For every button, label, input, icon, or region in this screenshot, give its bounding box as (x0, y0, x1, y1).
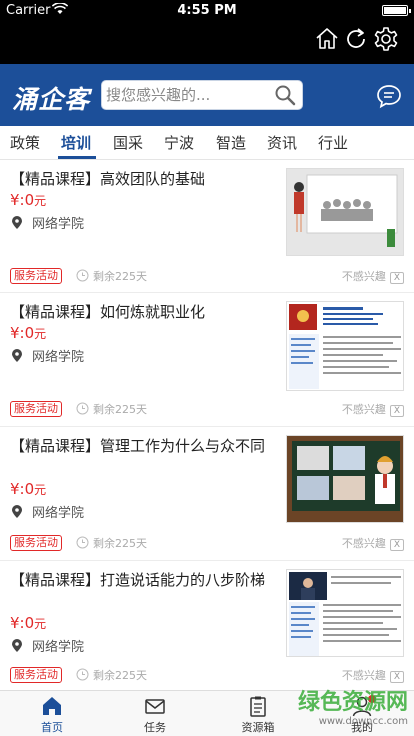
status-badge: 服务活动 (10, 401, 62, 417)
item-title[interactable]: 【精品课程】高效团队的基础 (10, 168, 272, 190)
location-pin-icon (12, 505, 22, 518)
list-item[interactable]: 【精品课程】打造说话能力的八步阶梯 ¥:0元 网络学院 服务活动 剩余225天 … (0, 561, 414, 690)
status-bar: Carrier 4:55 PM (0, 0, 414, 20)
status-badge: 服务活动 (10, 268, 62, 284)
not-interested-button[interactable]: 不感兴趣 X (342, 268, 404, 284)
watermark: 绿色资源网 www.downcc.com (297, 690, 408, 727)
settings-gear-icon[interactable] (373, 26, 399, 52)
item-thumbnail[interactable] (286, 301, 404, 391)
tab-manufacturing[interactable]: 智造 (216, 132, 246, 153)
search-input[interactable] (106, 83, 266, 107)
remaining-days: 剩余225天 (76, 667, 147, 683)
item-price: ¥:0元 (10, 480, 47, 498)
active-tab-indicator (58, 156, 96, 159)
not-interested-button[interactable]: 不感兴趣 X (342, 667, 404, 683)
location-pin-icon (12, 349, 22, 362)
nav-home[interactable]: 首页 (22, 695, 82, 735)
refresh-icon[interactable] (343, 26, 369, 52)
item-price: ¥:0元 (10, 324, 47, 342)
item-title[interactable]: 【精品课程】管理工作为什么与众不同 (10, 435, 272, 457)
course-feed[interactable]: 【精品课程】高效团队的基础 ¥:0元 网络学院 服务活动 剩余225天 不感兴趣… (0, 160, 414, 690)
remaining-days: 剩余225天 (76, 268, 147, 284)
nav-tasks[interactable]: 任务 (125, 695, 185, 735)
list-item[interactable]: 【精品课程】如何炼就职业化 ¥:0元 网络学院 服务活动 剩余225天 不感兴趣… (0, 293, 414, 427)
search-box[interactable] (101, 80, 303, 110)
clock-icon (76, 269, 89, 282)
clock-icon (76, 668, 89, 681)
price-symbol: ¥: (10, 191, 25, 209)
location-pin-icon (12, 216, 22, 229)
home-icon (43, 697, 61, 715)
list-item[interactable]: 【精品课程】管理工作为什么与众不同 ¥:0元 网络学院 服务活动 剩余225天 … (0, 427, 414, 561)
item-thumbnail[interactable] (286, 569, 404, 657)
status-badge: 服务活动 (10, 667, 62, 683)
item-thumbnail[interactable] (286, 435, 404, 523)
item-location: 网络学院 (10, 636, 84, 655)
dismiss-icon[interactable]: X (389, 671, 404, 683)
item-location: 网络学院 (10, 346, 84, 365)
thumbnail-image (287, 302, 403, 390)
tab-news[interactable]: 资讯 (267, 132, 297, 153)
search-icon[interactable] (274, 84, 296, 106)
status-badge: 服务活动 (10, 535, 62, 551)
nav-resource-box[interactable]: 资源箱 (228, 695, 288, 735)
remaining-days: 剩余225天 (76, 535, 147, 551)
top-toolbar (0, 20, 414, 64)
app-header: 涌企客 (0, 64, 414, 126)
thumbnail-image (287, 570, 403, 656)
item-price: ¥:0元 (10, 191, 46, 209)
message-icon[interactable] (376, 83, 402, 109)
dismiss-icon[interactable]: X (389, 539, 404, 551)
battery-icon (382, 5, 411, 16)
location-pin-icon (12, 639, 22, 652)
clipboard-icon (250, 696, 266, 717)
remaining-days: 剩余225天 (76, 401, 147, 417)
clock-icon (76, 402, 89, 415)
item-location: 网络学院 (10, 213, 84, 232)
tab-procurement[interactable]: 国采 (113, 132, 143, 153)
price-value: 0 (24, 191, 35, 209)
watermark-url: www.downcc.com (318, 716, 408, 727)
home-icon[interactable] (314, 26, 340, 52)
thumbnail-image (287, 436, 403, 522)
not-interested-button[interactable]: 不感兴趣 X (342, 401, 404, 417)
item-price: ¥:0元 (10, 614, 47, 632)
tab-training[interactable]: 培训 (61, 132, 91, 153)
app-logo: 涌企客 (12, 85, 91, 114)
dismiss-icon[interactable]: X (389, 272, 404, 284)
item-title[interactable]: 【精品课程】打造说话能力的八步阶梯 (10, 569, 272, 591)
item-title[interactable]: 【精品课程】如何炼就职业化 (10, 301, 272, 323)
tab-policy[interactable]: 政策 (10, 132, 40, 153)
tab-ningbo[interactable]: 宁波 (164, 132, 194, 153)
item-thumbnail[interactable] (286, 168, 404, 256)
clock-time: 4:55 PM (177, 3, 237, 18)
dismiss-icon[interactable]: X (389, 405, 404, 417)
item-location: 网络学院 (10, 502, 84, 521)
category-tabs: 政策 培训 国采 宁波 智造 资讯 行业 (0, 126, 414, 160)
price-unit: 元 (34, 194, 47, 208)
clock-icon (76, 536, 89, 549)
envelope-icon (145, 699, 165, 714)
not-interested-button[interactable]: 不感兴趣 X (342, 535, 404, 551)
tab-industry[interactable]: 行业 (318, 132, 348, 153)
thumbnail-image (287, 169, 403, 255)
list-item[interactable]: 【精品课程】高效团队的基础 ¥:0元 网络学院 服务活动 剩余225天 不感兴趣… (0, 160, 414, 293)
